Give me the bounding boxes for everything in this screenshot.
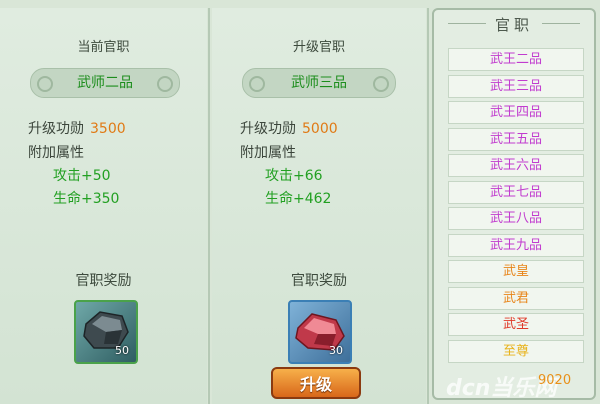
divider: [208, 8, 210, 404]
ornament-right-icon: [157, 76, 173, 92]
ornament-right-icon: [373, 76, 389, 92]
next-rank-title: 升级官职: [292, 40, 345, 55]
rank-list-title: 官职: [494, 16, 533, 34]
rank-list-panel: 官职 武王二品武王三品武王四品武王五品武王六品武王七品武王八品武王九品武皇武君武…: [432, 8, 596, 400]
current-reward-item[interactable]: 50: [74, 300, 138, 364]
rank-list-item[interactable]: 武王四品: [448, 101, 584, 124]
current-rank-name: 武师二品: [77, 75, 133, 91]
next-merit-label: 升级功勋: [240, 121, 296, 137]
rank-list-item[interactable]: 武王八品: [448, 207, 584, 230]
rank-list-item[interactable]: 武王二品: [448, 48, 584, 71]
upgrade-button[interactable]: 升级: [271, 367, 361, 399]
current-reward-count: 50: [115, 344, 129, 357]
current-merit-label: 升级功勋: [28, 121, 84, 137]
rank-list-item[interactable]: 武君: [448, 286, 584, 310]
next-rank-banner: 武师三品: [242, 68, 396, 98]
footer-number: 9020: [538, 373, 572, 388]
current-reward-title: 官职奖励: [75, 273, 132, 289]
next-merit-row: 升级功勋 5000: [240, 118, 338, 138]
ornament-left-icon: [249, 76, 265, 92]
divider: [427, 8, 429, 404]
rank-list-item[interactable]: 至尊: [448, 339, 584, 363]
current-merit-row: 升级功勋 3500: [28, 118, 126, 138]
rank-list-item[interactable]: 武王九品: [448, 233, 584, 257]
next-merit-value: 5000: [302, 121, 338, 137]
next-life: 生命+462: [265, 191, 332, 207]
rank-list-item[interactable]: 武王三品: [448, 74, 584, 98]
next-attr-label: 附加属性: [240, 145, 296, 161]
rank-list-item[interactable]: 武王六品: [448, 154, 584, 177]
current-merit-value: 3500: [90, 121, 126, 137]
rank-list-item[interactable]: 武王五品: [448, 127, 584, 151]
next-reward-item[interactable]: 30: [288, 300, 352, 364]
next-rank-panel: 升级官职 武师三品 升级功勋 5000 附加属性 攻击+66 生命+462 官职奖…: [212, 8, 426, 404]
next-reward-count: 30: [329, 344, 343, 357]
next-attack: 攻击+66: [265, 168, 323, 184]
current-attr-label: 附加属性: [28, 145, 84, 161]
next-rank-name: 武师三品: [291, 75, 347, 91]
current-rank-panel: 当前官职 武师二品 升级功勋 3500 附加属性 攻击+50 生命+350 官职奖…: [0, 8, 207, 404]
current-rank-banner: 武师二品: [30, 68, 180, 98]
current-life: 生命+350: [53, 191, 120, 207]
rank-list-item[interactable]: 武圣: [448, 313, 584, 336]
rank-list-item[interactable]: 武王七品: [448, 180, 584, 204]
current-attack: 攻击+50: [53, 168, 111, 184]
current-rank-title: 当前官职: [77, 40, 130, 55]
next-reward-title: 官职奖励: [291, 273, 347, 289]
ornament-left-icon: [37, 76, 53, 92]
title-line-right: [542, 23, 580, 24]
rank-list-item[interactable]: 武皇: [448, 260, 584, 283]
